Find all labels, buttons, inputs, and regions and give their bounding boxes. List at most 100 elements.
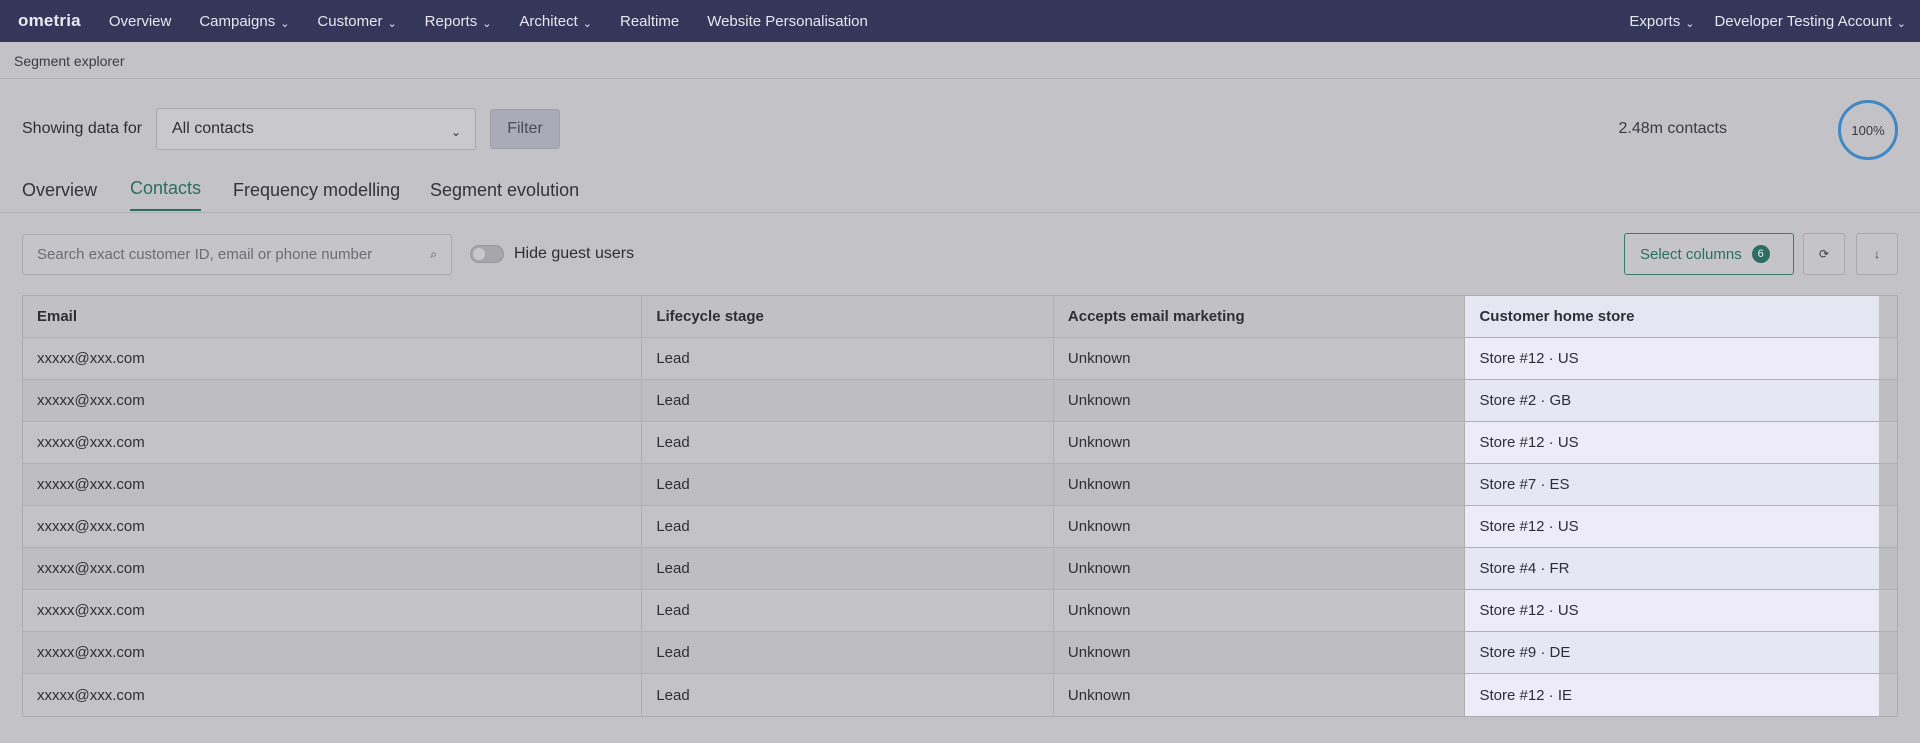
nav-campaigns[interactable]: Campaigns ⌄: [199, 13, 289, 30]
top-nav: ometria Overview Campaigns ⌄ Customer ⌄ Re…: [0, 0, 1920, 42]
email-cell: xxxxx@xxx.com: [23, 464, 643, 505]
table-scroll-gutter: [1879, 548, 1897, 589]
table-row[interactable]: xxxxx@xxx.com Lead Unknown Store #4 · FR: [23, 548, 1897, 590]
tab-frequency-modelling[interactable]: Frequency modelling: [233, 180, 400, 213]
customer-home-store-cell: Store #12 · US: [1465, 338, 1880, 379]
filter-button[interactable]: Filter: [490, 109, 560, 149]
nav-label: Website Personalisation: [707, 12, 868, 30]
nav-label: Developer Testing Account: [1714, 12, 1892, 30]
accepts-email-marketing-cell: Unknown: [1054, 464, 1466, 505]
percent-value: 100%: [1851, 122, 1885, 138]
showing-data-label: Showing data for: [22, 120, 143, 137]
chevron-down-icon: ⌄: [280, 17, 290, 30]
segment-select[interactable]: All contacts ⌄: [156, 108, 476, 150]
chevron-down-icon: ⌄: [1685, 17, 1695, 30]
table-row[interactable]: xxxxx@xxx.com Lead Unknown Store #12 · US: [23, 590, 1897, 632]
ometria-logo[interactable]: ometria: [18, 11, 81, 31]
lifecycle-stage-cell: Lead: [642, 674, 1054, 716]
email-cell: xxxxx@xxx.com: [23, 380, 643, 421]
nav-label: Overview: [108, 12, 172, 30]
breadcrumb[interactable]: Segment explorer: [14, 53, 125, 69]
customer-home-store-cell: Store #12 · US: [1465, 590, 1880, 631]
email-cell: xxxxx@xxx.com: [23, 590, 643, 631]
nav-right: Exports ⌄ Developer Testing Account ⌄: [1609, 0, 1906, 42]
table-scroll-gutter: [1879, 296, 1897, 337]
table-row[interactable]: xxxxx@xxx.com Lead Unknown Store #9 · DE: [23, 632, 1897, 674]
chevron-down-icon: ⌄: [1896, 17, 1906, 30]
lifecycle-stage-cell: Lead: [642, 590, 1054, 631]
refresh-icon: ⟳: [1818, 247, 1830, 261]
download-button[interactable]: ↓: [1856, 233, 1898, 275]
hide-guest-users-toggle[interactable]: [470, 245, 504, 263]
accepts-email-marketing-cell: Unknown: [1054, 338, 1466, 379]
accepts-email-marketing-cell: Unknown: [1054, 674, 1466, 716]
chevron-down-icon: ⌄: [450, 125, 461, 139]
nav-exports[interactable]: Exports ⌄: [1629, 13, 1694, 30]
email-cell: xxxxx@xxx.com: [23, 548, 643, 589]
nav-architect[interactable]: Architect ⌄: [519, 13, 592, 30]
email-cell: xxxxx@xxx.com: [23, 422, 643, 463]
accepts-email-marketing-cell: Unknown: [1054, 632, 1466, 673]
refresh-button[interactable]: ⟳: [1803, 233, 1845, 275]
lifecycle-stage-cell: Lead: [642, 422, 1054, 463]
table-scroll-gutter: [1879, 464, 1897, 505]
lifecycle-stage-cell: Lead: [642, 632, 1054, 673]
search-input[interactable]: Search exact customer ID, email or phone…: [22, 234, 452, 275]
tabs: Overview Contacts Frequency modelling Se…: [0, 178, 1920, 213]
table-row[interactable]: xxxxx@xxx.com Lead Unknown Store #12 · US: [23, 506, 1897, 548]
customer-home-store-cell: Store #2 · GB: [1465, 380, 1880, 421]
accepts-email-marketing-cell: Unknown: [1054, 506, 1466, 547]
accepts-email-marketing-cell: Unknown: [1054, 380, 1466, 421]
nav-label: Campaigns: [199, 12, 276, 30]
account-menu[interactable]: Developer Testing Account ⌄: [1714, 13, 1906, 30]
email-cell: xxxxx@xxx.com: [23, 674, 643, 716]
column-header-customer-home-store[interactable]: Customer home store: [1465, 296, 1880, 337]
columns-count-badge: 6: [1751, 245, 1770, 263]
tab-contacts[interactable]: Contacts: [130, 178, 202, 211]
nav-label: Reports: [424, 12, 478, 30]
table-scroll-gutter: [1879, 506, 1897, 547]
tab-segment-evolution[interactable]: Segment evolution: [430, 180, 579, 213]
nav-website-personalisation[interactable]: Website Personalisation: [707, 13, 868, 30]
segment-select-value: All contacts: [172, 120, 254, 137]
contacts-table: Email Lifecycle stage Accepts email mark…: [22, 295, 1898, 717]
search-icon: ⌕: [430, 247, 437, 261]
nav-label: Customer: [317, 12, 383, 30]
table-header-row: Email Lifecycle stage Accepts email mark…: [23, 296, 1897, 338]
lifecycle-stage-cell: Lead: [642, 548, 1054, 589]
table-scroll-gutter: [1879, 338, 1897, 379]
table-row[interactable]: xxxxx@xxx.com Lead Unknown Store #7 · ES: [23, 464, 1897, 506]
email-cell: xxxxx@xxx.com: [23, 506, 643, 547]
search-placeholder: Search exact customer ID, email or phone…: [37, 246, 373, 263]
email-cell: xxxxx@xxx.com: [23, 338, 643, 379]
nav-label: Architect: [519, 12, 578, 30]
percent-ring: 100%: [1838, 100, 1898, 160]
table-row[interactable]: xxxxx@xxx.com Lead Unknown Store #12 · IE: [23, 674, 1897, 716]
chevron-down-icon: ⌄: [482, 17, 492, 30]
customer-home-store-cell: Store #9 · DE: [1465, 632, 1880, 673]
table-row[interactable]: xxxxx@xxx.com Lead Unknown Store #12 · US: [23, 422, 1897, 464]
breadcrumb-bar: Segment explorer: [0, 42, 1920, 79]
table-scroll-gutter: [1879, 674, 1897, 716]
nav-label: Realtime: [620, 12, 680, 30]
table-body: xxxxx@xxx.com Lead Unknown Store #12 · US xx…: [23, 338, 1897, 716]
select-columns-label: Select columns: [1640, 245, 1742, 263]
nav-realtime[interactable]: Realtime: [620, 13, 679, 30]
tab-overview[interactable]: Overview: [22, 180, 97, 213]
accepts-email-marketing-cell: Unknown: [1054, 590, 1466, 631]
nav-overview[interactable]: Overview: [109, 13, 172, 30]
table-row[interactable]: xxxxx@xxx.com Lead Unknown Store #2 · GB: [23, 380, 1897, 422]
column-header-email[interactable]: Email: [23, 296, 643, 337]
nav-reports[interactable]: Reports ⌄: [425, 13, 492, 30]
column-header-accepts-email-marketing[interactable]: Accepts email marketing: [1054, 296, 1466, 337]
customer-home-store-cell: Store #7 · ES: [1465, 464, 1880, 505]
customer-home-store-cell: Store #4 · FR: [1465, 548, 1880, 589]
lifecycle-stage-cell: Lead: [642, 338, 1054, 379]
toggle-knob: [473, 248, 485, 260]
customer-home-store-cell: Store #12 · IE: [1465, 674, 1880, 716]
table-row[interactable]: xxxxx@xxx.com Lead Unknown Store #12 · US: [23, 338, 1897, 380]
column-header-lifecycle-stage[interactable]: Lifecycle stage: [642, 296, 1054, 337]
table-scroll-gutter: [1879, 632, 1897, 673]
nav-customer[interactable]: Customer ⌄: [317, 13, 396, 30]
select-columns-button[interactable]: Select columns 6: [1624, 233, 1794, 275]
